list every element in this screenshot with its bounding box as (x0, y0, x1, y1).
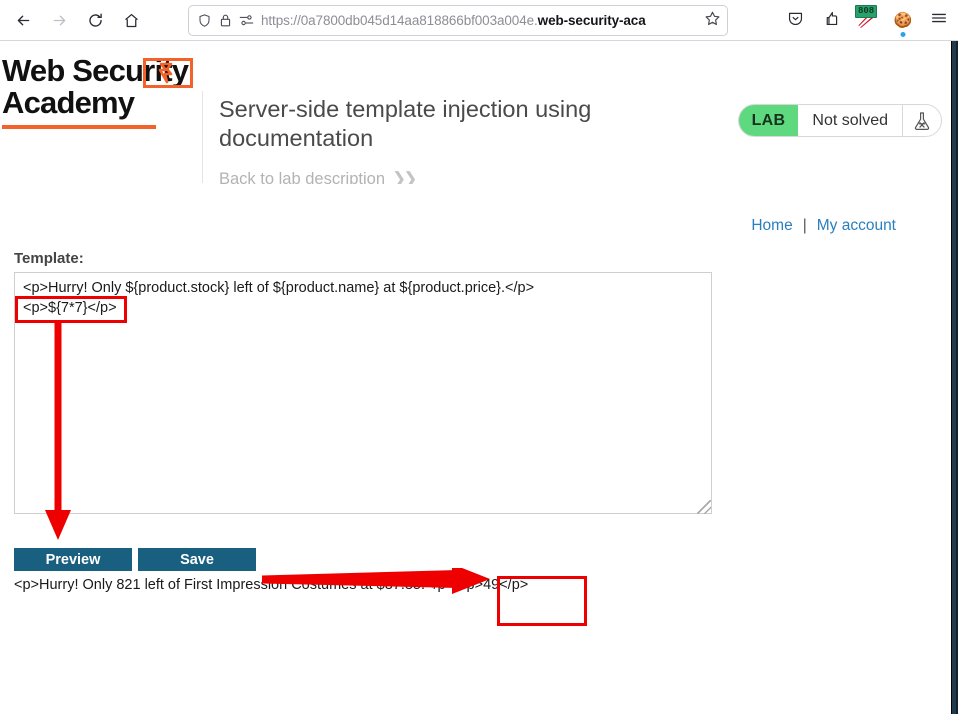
home-button[interactable] (114, 4, 148, 36)
preview-output: <p>Hurry! Only 821 left of First Impress… (14, 577, 529, 593)
browser-toolbar: https://0a7800db045d14aa818866bf003a004e… (0, 0, 958, 41)
logo-underline-tail (148, 125, 156, 129)
nav-link-my-account[interactable]: My account (817, 217, 896, 235)
lab-status-badge: LAB Not solved (737, 104, 942, 137)
padlock-icon[interactable] (219, 13, 232, 28)
reload-icon (87, 12, 104, 29)
lightning-bolt-icon (154, 61, 180, 90)
shield-icon[interactable] (197, 13, 212, 28)
browser-actions: 🥢 808 🍪 (780, 4, 954, 37)
lab-tag-label: LAB (738, 105, 799, 136)
cookie-icon: 🍪 (893, 12, 913, 29)
logo-line2: Academy (2, 85, 135, 120)
star-icon[interactable] (704, 10, 721, 32)
nav-link-home[interactable]: Home (751, 217, 792, 235)
save-button[interactable]: Save (138, 548, 256, 571)
back-button[interactable] (6, 4, 40, 36)
extension-badge: 808 (855, 4, 878, 18)
cookie-button[interactable]: 🍪 (888, 6, 918, 37)
header-divider (202, 91, 203, 183)
nav-separator: | (802, 217, 807, 234)
permissions-icon[interactable] (239, 14, 254, 27)
extension-button[interactable]: 🥢 808 (852, 4, 882, 36)
pocket-icon (787, 10, 804, 32)
hamburger-menu-icon (930, 9, 948, 32)
url-text[interactable]: https://0a7800db045d14aa818866bf003a004e… (261, 13, 697, 28)
lab-page-body: Home | My account Template: <p>Hurry! On… (0, 184, 952, 714)
forward-button[interactable] (42, 4, 76, 36)
url-bar[interactable]: https://0a7800db045d14aa818866bf003a004e… (188, 5, 728, 36)
flask-icon[interactable] (903, 105, 941, 136)
pocket-button[interactable] (780, 6, 810, 36)
forward-arrow-icon (51, 12, 68, 29)
browser-window: https://0a7800db045d14aa818866bf003a004e… (0, 0, 958, 714)
textarea-resize-handle[interactable] (697, 500, 711, 514)
menu-button[interactable] (924, 6, 954, 36)
back-arrow-icon (15, 12, 32, 29)
logo-underline (2, 125, 152, 129)
navigation-buttons (0, 4, 148, 36)
home-icon (123, 12, 140, 29)
reload-button[interactable] (78, 4, 112, 36)
share-button[interactable] (816, 6, 846, 36)
template-input[interactable]: <p>Hurry! Only ${product.stock} left of … (14, 272, 712, 514)
preview-button[interactable]: Preview (14, 548, 132, 571)
web-security-academy-logo[interactable]: Web Security Academy (2, 55, 198, 129)
academy-header: Web Security Academy Server-side templat… (0, 41, 958, 225)
page-navigation: Home | My account (751, 217, 896, 235)
page-title: Server-side template injection using doc… (219, 96, 592, 151)
template-label: Template: (14, 250, 84, 267)
notification-dot-icon (900, 31, 906, 37)
share-icon (823, 10, 840, 32)
lab-status-text: Not solved (798, 105, 903, 136)
